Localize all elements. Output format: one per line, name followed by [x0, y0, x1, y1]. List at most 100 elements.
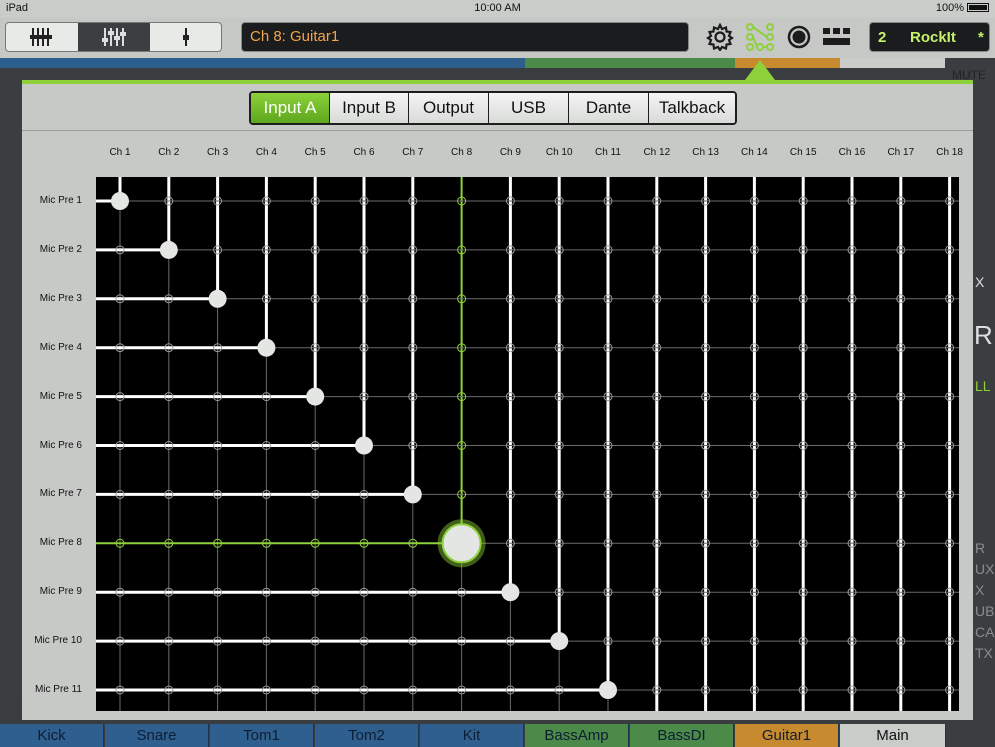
selected-patch-point: [441, 523, 482, 564]
tab-input-a[interactable]: Input A: [251, 93, 330, 123]
tab-output[interactable]: Output: [409, 93, 489, 123]
channel-tab-label: Tom2: [348, 727, 385, 744]
bg-channel-strip-green: [525, 58, 735, 68]
channel-tab[interactable]: Snare: [105, 724, 209, 747]
battery-icon: [967, 3, 989, 12]
battery-percent: 100%: [935, 2, 964, 14]
row-header: Mic Pre 1: [39, 195, 82, 206]
patch-matrix-icon: [746, 23, 774, 51]
patch-point: [403, 485, 422, 504]
settings-button[interactable]: [705, 23, 735, 51]
bg-label-ll: LL: [975, 378, 991, 394]
patch-point: [355, 436, 373, 455]
bg-label-tx: TX: [975, 645, 993, 661]
column-header: Ch 13: [692, 147, 719, 158]
fader-view-button[interactable]: [6, 23, 78, 51]
top-toolbar: Ch 8: Guitar1 2 RockIt *: [0, 18, 995, 58]
bg-label-ca: CA: [975, 624, 995, 640]
patch-point: [208, 289, 227, 308]
bg-left-panel: [4, 82, 22, 702]
patch-point: [111, 192, 129, 210]
column-header: Ch 11: [595, 147, 621, 158]
channel-tab[interactable]: Tom2: [315, 724, 419, 747]
patch-point: [599, 681, 617, 699]
row-header: Mic Pre 7: [39, 488, 82, 500]
tab-usb[interactable]: USB: [489, 93, 569, 123]
column-header: Ch 7: [402, 147, 424, 158]
patch-point: [306, 387, 325, 406]
column-header: Ch 2: [158, 147, 180, 158]
channel-tab-label: Main: [876, 727, 909, 744]
bg-channel-strip-blue: [0, 58, 525, 68]
dialog-divider: [22, 130, 973, 131]
column-header: Ch 12: [643, 147, 671, 158]
scene-number: 2: [878, 29, 887, 46]
patch-matrix-canvas: [96, 177, 959, 711]
patch-point: [159, 240, 178, 259]
column-header: Ch 1: [109, 147, 131, 158]
column-header: Ch 6: [353, 147, 375, 158]
column-header: Ch 17: [887, 147, 915, 158]
row-header: Mic Pre 9: [39, 586, 82, 598]
channel-tab-label: BassDI: [657, 727, 706, 744]
row-header: Mic Pre 5: [39, 390, 82, 402]
tab-dante[interactable]: Dante: [569, 93, 649, 123]
bg-channel-strip-main: [840, 58, 945, 68]
patch-point: [257, 338, 276, 357]
row-header: Mic Pre 8: [39, 537, 82, 549]
app-root: { "status_bar": { "device": "iPad", "tim…: [0, 0, 995, 747]
bg-label-r: R: [974, 320, 993, 350]
channel-tab[interactable]: Kit: [420, 724, 524, 747]
popover-pointer: [745, 60, 775, 80]
layout-button[interactable]: [822, 24, 852, 50]
column-header: Ch 9: [499, 147, 521, 158]
tab-input-b[interactable]: Input B: [330, 93, 409, 123]
gear-icon: [706, 23, 734, 51]
channel-tab-label: Kit: [462, 727, 481, 744]
patch-matrix[interactable]: [96, 177, 959, 711]
scene-display[interactable]: 2 RockIt *: [869, 22, 990, 52]
column-header: Ch 14: [741, 147, 768, 158]
single-fader-view-button[interactable]: [150, 23, 221, 51]
row-header: Mic Pre 6: [39, 439, 82, 451]
view-selector: [5, 22, 222, 52]
bg-label-ub: UB: [975, 603, 995, 619]
channel-tab-label: BassAmp: [544, 727, 609, 744]
bg-label-ux: UX: [975, 561, 995, 577]
channel-name-display[interactable]: Ch 8: Guitar1: [241, 22, 689, 52]
patch-dialog: Input A Input B Output USB Dante Talkbac…: [22, 80, 973, 720]
faders-icon: [30, 28, 52, 46]
column-header: Ch 8: [451, 147, 473, 158]
column-header: Ch 15: [789, 147, 817, 158]
mixer-icon: [102, 28, 126, 46]
row-header: Mic Pre 4: [39, 341, 82, 353]
channel-tab-label: Snare: [136, 727, 177, 744]
scene-name: RockIt: [910, 29, 956, 46]
row-header: Mic Pre 2: [39, 243, 82, 255]
channel-tab-label: Kick: [37, 727, 66, 744]
record-icon: [787, 25, 811, 49]
bg-label-r2: R: [975, 540, 986, 556]
row-header: Mic Pre 11: [34, 684, 82, 695]
column-header: Ch 4: [255, 147, 277, 158]
channel-view-button[interactable]: [78, 23, 150, 51]
tab-talkback[interactable]: Talkback: [649, 93, 735, 123]
channel-tab[interactable]: BassDI: [630, 724, 734, 747]
patch-tab-bar: Input A Input B Output USB Dante Talkbac…: [249, 91, 737, 125]
clock: 10:00 AM: [474, 2, 521, 14]
channel-tab[interactable]: Main: [840, 724, 946, 747]
channel-tab[interactable]: Kick: [0, 724, 104, 747]
single-fader-icon: [183, 28, 189, 46]
row-header: Mic Pre 10: [34, 635, 82, 647]
column-header: Ch 16: [838, 147, 866, 158]
channel-tab[interactable]: Tom1: [210, 724, 314, 747]
channel-tab[interactable]: Guitar1: [735, 724, 839, 747]
column-header: Ch 3: [207, 147, 229, 158]
status-bar: iPad 10:00 AM 100%: [0, 0, 995, 18]
grid-layout-icon: [823, 28, 850, 45]
channel-tabs-bar: Kick Snare Tom1 Tom2 Kit BassAmp BassDI …: [0, 724, 995, 747]
channel-tab[interactable]: BassAmp: [525, 724, 629, 747]
record-button[interactable]: [784, 24, 814, 50]
patch-point: [550, 632, 569, 651]
patch-button[interactable]: [745, 23, 775, 51]
